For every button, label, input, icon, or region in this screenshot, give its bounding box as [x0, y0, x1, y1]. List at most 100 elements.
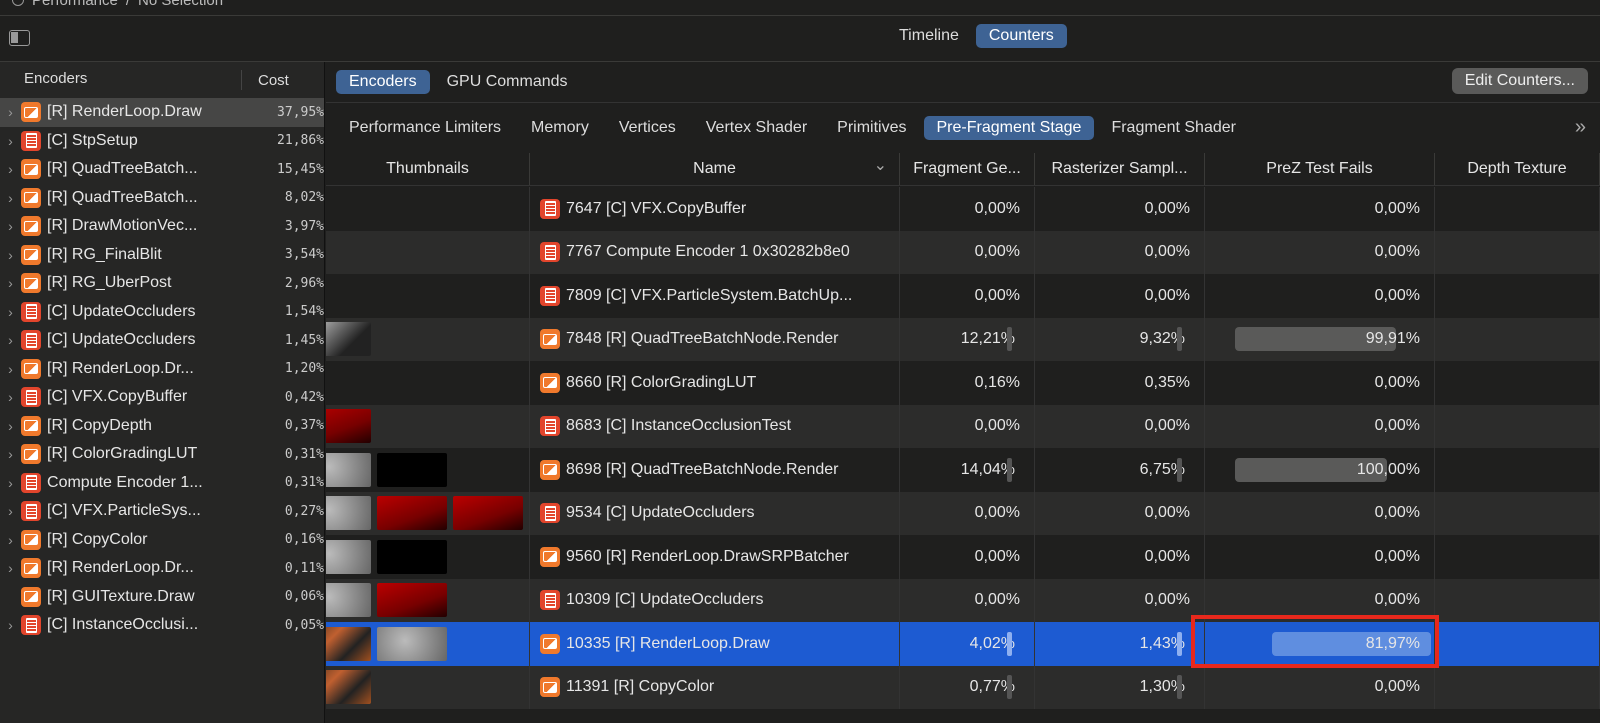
- encoder-list-item[interactable]: › [R] ColorGradingLUT 0,31%: [0, 440, 324, 469]
- encoder-list-item[interactable]: › [C] VFX.ParticleSys... 0,27%: [0, 497, 324, 526]
- encoder-list-item[interactable]: › [C] VFX.CopyBuffer 0,42%: [0, 383, 324, 412]
- subtab-primitives[interactable]: Primitives: [824, 116, 919, 140]
- table-row[interactable]: 9534 [C] UpdateOccluders 0,00% 0,00% 0,0…: [326, 491, 1600, 535]
- thumbnail-image[interactable]: [453, 496, 523, 531]
- disclosure-chevron-icon[interactable]: ›: [0, 161, 21, 177]
- disclosure-chevron-icon[interactable]: ›: [0, 475, 21, 491]
- encoder-list-item[interactable]: › [R] CopyDepth 0,37%: [0, 412, 324, 441]
- encoder-name: [C] InstanceOcclusi...: [47, 616, 199, 634]
- encoders-column-header[interactable]: Encoders: [0, 70, 242, 90]
- disclosure-chevron-icon[interactable]: ›: [0, 361, 21, 377]
- thumbnail-image[interactable]: [326, 583, 371, 618]
- encoder-list-item[interactable]: › [R] RenderLoop.Dr... 0,11%: [0, 554, 324, 583]
- rasterizer-value: 0,00%: [1144, 417, 1190, 435]
- disclosure-chevron-icon[interactable]: ›: [0, 503, 21, 519]
- table-row[interactable]: 7647 [C] VFX.CopyBuffer 0,00% 0,00% 0,00…: [326, 187, 1600, 231]
- col-prez-test-fails[interactable]: PreZ Test Fails: [1205, 153, 1435, 185]
- disclosure-chevron-icon[interactable]: ›: [0, 418, 21, 434]
- encoder-list-item[interactable]: [R] GUITexture.Draw 0,06%: [0, 583, 324, 612]
- encoder-list-item[interactable]: › [C] UpdateOccluders 1,54%: [0, 298, 324, 327]
- subtab-vertices[interactable]: Vertices: [606, 116, 689, 140]
- subtab-fragment-shader[interactable]: Fragment Shader: [1098, 116, 1249, 140]
- prez-value: 0,00%: [1374, 504, 1420, 522]
- render-encoder-icon: [540, 459, 560, 480]
- encoder-list-item[interactable]: › [R] DrawMotionVec... 3,97%: [0, 212, 324, 241]
- subtab-vertex-shader[interactable]: Vertex Shader: [693, 116, 820, 140]
- encoder-list-item[interactable]: › [R] RG_FinalBlit 3,54%: [0, 241, 324, 270]
- thumbnail-image[interactable]: [326, 670, 371, 705]
- encoder-list-item[interactable]: › [R] RG_UberPost 2,96%: [0, 269, 324, 298]
- col-name[interactable]: Name ⌄: [530, 153, 900, 185]
- subtab-memory[interactable]: Memory: [518, 116, 602, 140]
- disclosure-chevron-icon[interactable]: ›: [0, 446, 21, 462]
- thumbnail-image[interactable]: [326, 626, 371, 661]
- col-depth-texture[interactable]: Depth Texture: [1435, 153, 1600, 185]
- subtab-performance-limiters[interactable]: Performance Limiters: [336, 116, 514, 140]
- table-header: Thumbnails Name ⌄ Fragment Ge... Rasteriz…: [326, 153, 1600, 186]
- name-cell: 8660 [R] ColorGradingLUT: [530, 361, 900, 405]
- col-fragment-generation[interactable]: Fragment Ge...: [900, 153, 1035, 185]
- thumbnail-image[interactable]: [326, 409, 371, 444]
- cost-column-header[interactable]: Cost: [242, 72, 289, 89]
- thumbnail-image[interactable]: [326, 322, 371, 357]
- thumbnail-image[interactable]: [377, 452, 447, 487]
- table-row[interactable]: 11391 [R] CopyColor 0,77% 1,30% 0,00%: [326, 665, 1600, 709]
- tab-counters[interactable]: Counters: [975, 24, 1067, 48]
- table-row[interactable]: 9560 [R] RenderLoop.DrawSRPBatcher 0,00%…: [326, 535, 1600, 579]
- col-thumbnails[interactable]: Thumbnails: [326, 153, 530, 185]
- thumbnails-cell: [326, 535, 530, 579]
- disclosure-chevron-icon[interactable]: ›: [0, 247, 21, 263]
- prez-value: 100,00%: [1356, 460, 1420, 478]
- table-row[interactable]: 7809 [C] VFX.ParticleSystem.BatchUp... 0…: [326, 274, 1600, 318]
- thumbnail-image[interactable]: [377, 539, 447, 574]
- edit-counters-button[interactable]: Edit Counters...: [1451, 68, 1588, 94]
- thumbnail-image[interactable]: [377, 626, 447, 661]
- encoder-list-item[interactable]: › [R] QuadTreeBatch... 15,45%: [0, 155, 324, 184]
- encoder-list-item[interactable]: › [C] UpdateOccluders 1,45%: [0, 326, 324, 355]
- tab-timeline[interactable]: Timeline: [886, 24, 972, 48]
- table-row[interactable]: 8683 [C] InstanceOcclusionTest 0,00% 0,0…: [326, 404, 1600, 448]
- fragment-value: 0,00%: [974, 417, 1020, 435]
- disclosure-chevron-icon[interactable]: ›: [0, 218, 21, 234]
- disclosure-chevron-icon[interactable]: ›: [0, 389, 21, 405]
- more-tabs-icon[interactable]: »: [1575, 116, 1586, 139]
- thumbnail-image[interactable]: [377, 583, 447, 618]
- encoder-list-item[interactable]: › [R] QuadTreeBatch... 8,02%: [0, 184, 324, 213]
- table-row[interactable]: 7767 Compute Encoder 1 0x30282b8e0 0,00%…: [326, 230, 1600, 274]
- sidebar-toggle-icon[interactable]: [9, 30, 30, 46]
- disclosure-chevron-icon[interactable]: ›: [0, 332, 21, 348]
- table-row[interactable]: 8698 [R] QuadTreeBatchNode.Render 14,04%…: [326, 448, 1600, 492]
- compute-encoder-icon: [540, 242, 560, 263]
- sort-chevron-icon[interactable]: ⌄: [874, 155, 887, 175]
- encoder-list-item[interactable]: › Compute Encoder 1... 0,31%: [0, 469, 324, 498]
- encoder-list-item[interactable]: › [R] CopyColor 0,16%: [0, 526, 324, 555]
- compute-encoder-icon: [540, 198, 560, 219]
- encoder-list-item[interactable]: › [R] RenderLoop.Draw 37,95%: [0, 98, 324, 127]
- breadcrumb-performance[interactable]: Performance: [32, 0, 118, 9]
- encoder-list-item[interactable]: › [C] StpSetup 21,86%: [0, 127, 324, 156]
- encoder-cost: 1,54%: [284, 304, 325, 320]
- disclosure-chevron-icon[interactable]: ›: [0, 104, 21, 120]
- table-row[interactable]: 8660 [R] ColorGradingLUT 0,16% 0,35% 0,0…: [326, 361, 1600, 405]
- name-cell: 7647 [C] VFX.CopyBuffer: [530, 187, 900, 231]
- disclosure-chevron-icon[interactable]: ›: [0, 304, 21, 320]
- disclosure-chevron-icon[interactable]: ›: [0, 560, 21, 576]
- subtab-pre-fragment-stage[interactable]: Pre-Fragment Stage: [923, 115, 1095, 140]
- encoder-list-item[interactable]: › [R] RenderLoop.Dr... 1,20%: [0, 355, 324, 384]
- tab-encoders[interactable]: Encoders: [336, 70, 430, 94]
- tab-gpu-commands[interactable]: GPU Commands: [434, 70, 581, 94]
- thumbnail-image[interactable]: [377, 496, 447, 531]
- prez-cell: 0,00%: [1205, 274, 1435, 318]
- thumbnail-image[interactable]: [326, 539, 371, 574]
- disclosure-chevron-icon[interactable]: ›: [0, 617, 21, 633]
- disclosure-chevron-icon[interactable]: ›: [0, 532, 21, 548]
- disclosure-chevron-icon[interactable]: ›: [0, 190, 21, 206]
- encoder-list-item[interactable]: › [C] InstanceOcclusi... 0,05%: [0, 611, 324, 640]
- thumbnail-image[interactable]: [326, 452, 371, 487]
- thumbnail-image[interactable]: [326, 496, 371, 531]
- col-rasterizer-sampler[interactable]: Rasterizer Sampl...: [1035, 153, 1205, 185]
- disclosure-chevron-icon[interactable]: ›: [0, 133, 21, 149]
- disclosure-chevron-icon[interactable]: ›: [0, 275, 21, 291]
- render-encoder-icon: [21, 558, 42, 579]
- table-row[interactable]: 7848 [R] QuadTreeBatchNode.Render 12,21%…: [326, 317, 1600, 361]
